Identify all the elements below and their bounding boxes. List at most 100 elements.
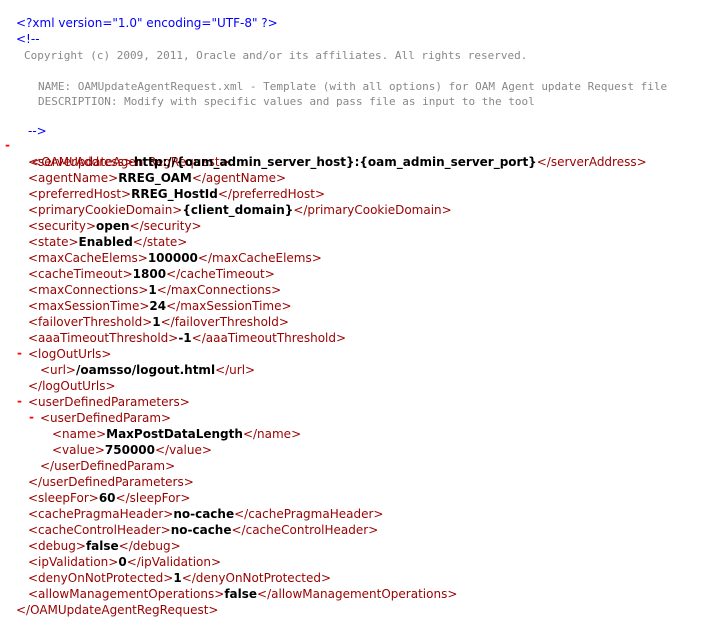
preferred-host-close-tag: </preferredHost> xyxy=(217,187,326,201)
value-value: 750000 xyxy=(104,443,155,457)
sleep-for-value: 60 xyxy=(98,491,116,505)
max-cache-elems-close-tag: </maxCacheElems> xyxy=(197,251,322,265)
cache-timeout-close-tag: </cacheTimeout> xyxy=(166,267,275,281)
name-value: MaxPostDataLength xyxy=(106,427,243,441)
max-session-time-close-tag: </maxSessionTime> xyxy=(166,299,292,313)
ip-validation-value: 0 xyxy=(118,555,127,569)
server-address-value: http://{oam_admin_server_host}:{oam_admi… xyxy=(133,155,537,169)
agent-name-close-tag: </agentName> xyxy=(191,171,287,185)
sleep-for-close-tag: </sleepFor> xyxy=(115,491,191,505)
agent-name-value: RREG_OAM xyxy=(118,171,192,185)
xml-element-max-connections: <maxConnections>1</maxConnections> xyxy=(28,282,281,298)
collapse-toggle-user-defined-parameters[interactable]: - xyxy=(17,394,22,408)
security-value: open xyxy=(96,219,130,233)
max-session-time-value: 24 xyxy=(149,299,167,313)
user-defined-param-element-open: <userDefinedParam> xyxy=(40,410,171,426)
xml-element-value: <value>750000</value> xyxy=(52,442,212,458)
user-defined-parameters-element-open: <userDefinedParameters> xyxy=(28,394,190,410)
xml-element-allow-management-operations: <allowManagementOperations>false</allowM… xyxy=(28,586,457,602)
aaa-timeout-threshold-value: -1 xyxy=(178,331,192,345)
xml-element-server-address: <serverAddress>http://{oam_admin_server_… xyxy=(28,154,647,170)
xml-element-security: <security>open</security> xyxy=(28,218,202,234)
debug-open-tag: <debug> xyxy=(28,539,86,553)
xml-element-deny-on-not-protected: <denyOnNotProtected>1</denyOnNotProtecte… xyxy=(28,570,331,586)
cache-timeout-value: 1800 xyxy=(132,267,167,281)
comment-name-line: NAME: OAMUpdateAgentRequest.xml - Templa… xyxy=(38,80,668,93)
max-connections-open-tag: <maxConnections> xyxy=(28,283,149,297)
cache-pragma-header-close-tag: </cachePragmaHeader> xyxy=(234,507,384,521)
xml-element-primary-cookie-domain: <primaryCookieDomain>{client_domain}</pr… xyxy=(28,202,452,218)
primary-cookie-domain-value: {client_domain} xyxy=(182,203,294,217)
cache-control-header-value: no-cache xyxy=(170,523,232,537)
deny-on-not-protected-open-tag: <denyOnNotProtected> xyxy=(28,571,174,585)
user-defined-param-open-tag: <userDefinedParam> xyxy=(40,411,172,425)
logout-urls-open-tag: <logOutUrls> xyxy=(28,347,112,361)
max-connections-close-tag: </maxConnections> xyxy=(156,283,282,297)
max-cache-elems-value: 100000 xyxy=(147,251,198,265)
server-address-close-tag: </serverAddress> xyxy=(536,155,647,169)
xml-document-view: <?xml version="1.0" encoding="UTF-8" ?> … xyxy=(0,0,725,633)
collapse-toggle-user-defined-param[interactable]: - xyxy=(29,410,34,424)
deny-on-not-protected-close-tag: </denyOnNotProtected> xyxy=(181,571,332,585)
xml-declaration: <?xml version="1.0" encoding="UTF-8" ?> xyxy=(16,16,278,30)
comment-copyright-line: Copyright (c) 2009, 2011, Oracle and/or … xyxy=(24,49,528,62)
comment-close: --> xyxy=(28,124,47,138)
failover-threshold-close-tag: </failoverThreshold> xyxy=(160,315,289,329)
name-close-tag: </name> xyxy=(242,427,302,441)
xml-element-max-cache-elems: <maxCacheElems>100000</maxCacheElems> xyxy=(28,250,322,266)
xml-element-cache-control-header: <cacheControlHeader>no-cache</cacheContr… xyxy=(28,522,378,538)
root-close-tag: </OAMUpdateAgentRegRequest> xyxy=(16,603,219,617)
cache-pragma-header-value: no-cache xyxy=(173,507,235,521)
agent-name-open-tag: <agentName> xyxy=(28,171,119,185)
state-close-tag: </state> xyxy=(132,235,188,249)
logout-urls-close-tag: </logOutUrls> xyxy=(28,379,116,393)
xml-element-max-session-time: <maxSessionTime>24</maxSessionTime> xyxy=(28,298,292,314)
xml-element-url: <url>/oamsso/logout.html</url> xyxy=(40,362,255,378)
allow-management-operations-value: false xyxy=(224,587,258,601)
deny-on-not-protected-value: 1 xyxy=(173,571,182,585)
cache-timeout-open-tag: <cacheTimeout> xyxy=(28,267,133,281)
xml-element-name: <name>MaxPostDataLength</name> xyxy=(52,426,301,442)
xml-element-preferred-host: <preferredHost>RREG_HostId</preferredHos… xyxy=(28,186,325,202)
xml-element-debug: <debug>false</debug> xyxy=(28,538,181,554)
allow-management-operations-open-tag: <allowManagementOperations> xyxy=(28,587,225,601)
security-close-tag: </security> xyxy=(129,219,202,233)
ip-validation-open-tag: <ipValidation> xyxy=(28,555,119,569)
max-connections-value: 1 xyxy=(148,283,157,297)
collapse-toggle-logout-urls[interactable]: - xyxy=(17,346,22,360)
user-defined-param-close-tag: </userDefinedParam> xyxy=(40,459,176,473)
url-value: /oamsso/logout.html xyxy=(75,363,216,377)
allow-management-operations-close-tag: </allowManagementOperations> xyxy=(257,587,458,601)
aaa-timeout-threshold-close-tag: </aaaTimeoutThreshold> xyxy=(191,331,347,345)
name-open-tag: <name> xyxy=(52,427,107,441)
collapse-toggle-root[interactable]: - xyxy=(5,138,10,152)
root-element-open: <OAMUpdateAgentRegRequest> xyxy=(16,138,229,169)
logout-urls-element-open: <logOutUrls> xyxy=(28,346,111,362)
user-defined-parameters-close-tag: </userDefinedParameters> xyxy=(28,475,194,489)
xml-element-cache-timeout: <cacheTimeout>1800</cacheTimeout> xyxy=(28,266,275,282)
xml-element-aaa-timeout-threshold: <aaaTimeoutThreshold>-1</aaaTimeoutThres… xyxy=(28,330,346,346)
primary-cookie-domain-open-tag: <primaryCookieDomain> xyxy=(28,203,183,217)
comment-description-line: DESCRIPTION: Modify with specific values… xyxy=(38,95,535,108)
state-open-tag: <state> xyxy=(28,235,79,249)
comment-open: <!-- xyxy=(16,32,40,46)
xml-element-cache-pragma-header: <cachePragmaHeader>no-cache</cachePragma… xyxy=(28,506,383,522)
logout-urls-element-close: </logOutUrls> xyxy=(28,378,116,394)
value-open-tag: <value> xyxy=(52,443,105,457)
security-open-tag: <security> xyxy=(28,219,97,233)
primary-cookie-domain-close-tag: </primaryCookieDomain> xyxy=(293,203,452,217)
max-cache-elems-open-tag: <maxCacheElems> xyxy=(28,251,148,265)
xml-element-state: <state>Enabled</state> xyxy=(28,234,187,250)
server-address-open-tag: <serverAddress> xyxy=(28,155,134,169)
xml-element-agent-name: <agentName>RREG_OAM</agentName> xyxy=(28,170,286,186)
url-open-tag: <url> xyxy=(40,363,76,377)
sleep-for-open-tag: <sleepFor> xyxy=(28,491,99,505)
preferred-host-open-tag: <preferredHost> xyxy=(28,187,132,201)
root-element-close: </OAMUpdateAgentRegRequest> xyxy=(16,602,218,618)
user-defined-parameters-element-close: </userDefinedParameters> xyxy=(28,474,194,490)
user-defined-parameters-open-tag: <userDefinedParameters> xyxy=(28,395,190,409)
aaa-timeout-threshold-open-tag: <aaaTimeoutThreshold> xyxy=(28,331,179,345)
failover-threshold-value: 1 xyxy=(152,315,161,329)
xml-element-ip-validation: <ipValidation>0</ipValidation> xyxy=(28,554,221,570)
failover-threshold-open-tag: <failoverThreshold> xyxy=(28,315,153,329)
